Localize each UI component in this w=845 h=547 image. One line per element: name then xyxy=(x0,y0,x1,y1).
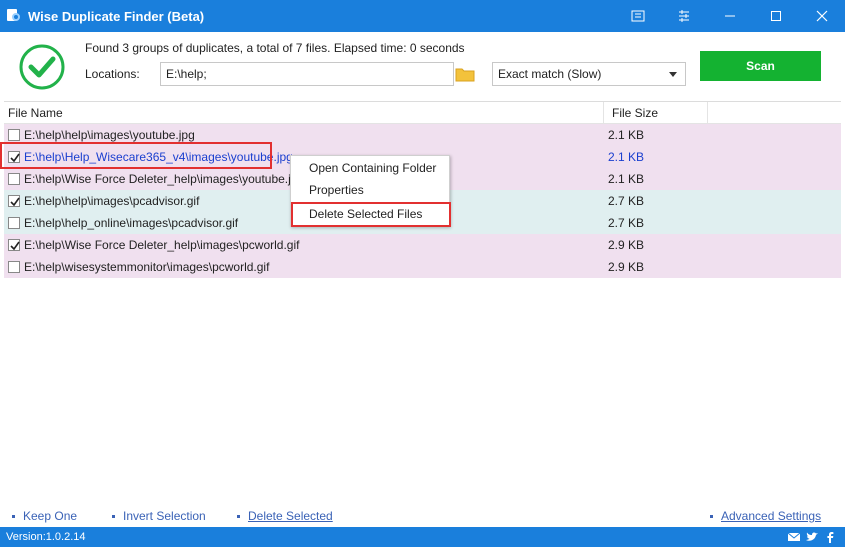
checkmark-icon xyxy=(10,241,20,251)
email-icon xyxy=(787,532,801,541)
app-icon xyxy=(6,8,22,24)
column-file-name[interactable]: File Name xyxy=(4,102,604,124)
bullet-icon xyxy=(237,514,240,518)
menu-button[interactable] xyxy=(661,0,707,32)
minimize-button[interactable] xyxy=(707,0,753,32)
file-size-cell: 2.1 KB xyxy=(608,128,645,142)
invert-selection-link[interactable]: Invert Selection xyxy=(112,509,206,523)
match-mode-value: Exact match (Slow) xyxy=(498,67,602,81)
file-name-cell: E:\help\Wise Force Deleter_help\images\p… xyxy=(24,238,300,252)
table-header: File Name File Size xyxy=(4,102,841,124)
bullet-icon xyxy=(112,514,115,518)
window-title: Wise Duplicate Finder (Beta) xyxy=(28,8,205,24)
social-links xyxy=(787,530,837,544)
feedback-icon xyxy=(631,10,645,22)
close-icon xyxy=(816,10,828,22)
delete-selected-label: Delete Selected xyxy=(248,509,333,523)
file-size-cell: 2.9 KB xyxy=(608,260,645,274)
locations-label: Locations: xyxy=(85,67,140,81)
row-checkbox[interactable] xyxy=(8,261,20,273)
settings-menu-icon xyxy=(679,10,689,22)
folder-icon xyxy=(455,68,475,82)
context-menu: Open Containing Folder Properties Delete… xyxy=(290,155,450,227)
facebook-button[interactable] xyxy=(823,530,837,544)
facebook-icon xyxy=(827,532,834,543)
file-size-cell: 2.7 KB xyxy=(608,216,645,230)
bullet-icon xyxy=(710,514,713,518)
table-row[interactable]: E:\help\wisesystemmonitor\images\pcworld… xyxy=(4,256,841,278)
row-checkbox[interactable] xyxy=(8,217,20,229)
row-checkbox[interactable] xyxy=(8,195,20,207)
table-row[interactable]: E:\help\help\images\youtube.jpg 2.1 KB xyxy=(4,124,841,146)
advanced-settings-label: Advanced Settings xyxy=(721,509,822,523)
browse-folder-button[interactable] xyxy=(454,62,476,86)
file-size-cell: 2.1 KB xyxy=(608,172,645,186)
keep-one-link[interactable]: Keep One xyxy=(12,509,77,523)
window-controls xyxy=(615,0,845,32)
keep-one-label: Keep One xyxy=(23,509,78,523)
row-checkbox[interactable] xyxy=(8,151,20,163)
file-size-cell: 2.7 KB xyxy=(608,194,645,208)
twitter-button[interactable] xyxy=(805,530,819,544)
maximize-button[interactable] xyxy=(753,0,799,32)
row-checkbox[interactable] xyxy=(8,173,20,185)
status-bar: Version:1.0.2.14 xyxy=(0,527,845,547)
action-footer: Keep One Invert Selection Delete Selecte… xyxy=(0,505,845,527)
file-name-cell: E:\help\wisesystemmonitor\images\pcworld… xyxy=(24,260,270,274)
email-button[interactable] xyxy=(787,530,801,544)
file-name-cell: E:\help\help_online\images\pcadvisor.gif xyxy=(24,216,239,230)
success-check-icon xyxy=(19,44,65,90)
table-row[interactable]: E:\help\Wise Force Deleter_help\images\p… xyxy=(4,234,841,256)
scan-button[interactable]: Scan xyxy=(700,51,821,81)
bullet-icon xyxy=(12,514,15,518)
chevron-down-icon xyxy=(669,72,677,77)
title-bar: Wise Duplicate Finder (Beta) xyxy=(0,0,845,32)
twitter-icon xyxy=(806,532,818,541)
close-button[interactable] xyxy=(799,0,845,32)
column-file-size[interactable]: File Size xyxy=(604,102,708,124)
scan-header: Found 3 groups of duplicates, a total of… xyxy=(0,32,845,100)
minimize-icon xyxy=(725,15,735,17)
match-mode-select[interactable]: Exact match (Slow) xyxy=(492,62,686,86)
maximize-icon xyxy=(771,11,781,21)
locations-input[interactable] xyxy=(160,62,454,86)
feedback-button[interactable] xyxy=(615,0,661,32)
row-checkbox[interactable] xyxy=(8,129,20,141)
checkmark-icon xyxy=(10,153,20,163)
menu-properties[interactable]: Properties xyxy=(291,179,449,201)
file-name-cell: E:\help\Help_Wisecare365_v4\images\youtu… xyxy=(24,150,293,164)
file-size-cell: 2.1 KB xyxy=(608,150,645,164)
row-checkbox[interactable] xyxy=(8,239,20,251)
menu-open-containing-folder[interactable]: Open Containing Folder xyxy=(291,157,449,179)
advanced-settings-link[interactable]: Advanced Settings xyxy=(710,509,821,523)
checkmark-icon xyxy=(10,197,20,207)
menu-delete-selected-files[interactable]: Delete Selected Files xyxy=(291,203,449,225)
scan-status: Found 3 groups of duplicates, a total of… xyxy=(85,41,465,55)
version-label: Version:1.0.2.14 xyxy=(6,531,86,543)
invert-selection-label: Invert Selection xyxy=(123,509,206,523)
file-name-cell: E:\help\help\images\pcadvisor.gif xyxy=(24,194,200,208)
delete-selected-link[interactable]: Delete Selected xyxy=(237,509,333,523)
file-name-cell: E:\help\Wise Force Deleter_help\images\y… xyxy=(24,172,305,186)
file-name-cell: E:\help\help\images\youtube.jpg xyxy=(24,128,195,142)
file-size-cell: 2.9 KB xyxy=(608,238,645,252)
